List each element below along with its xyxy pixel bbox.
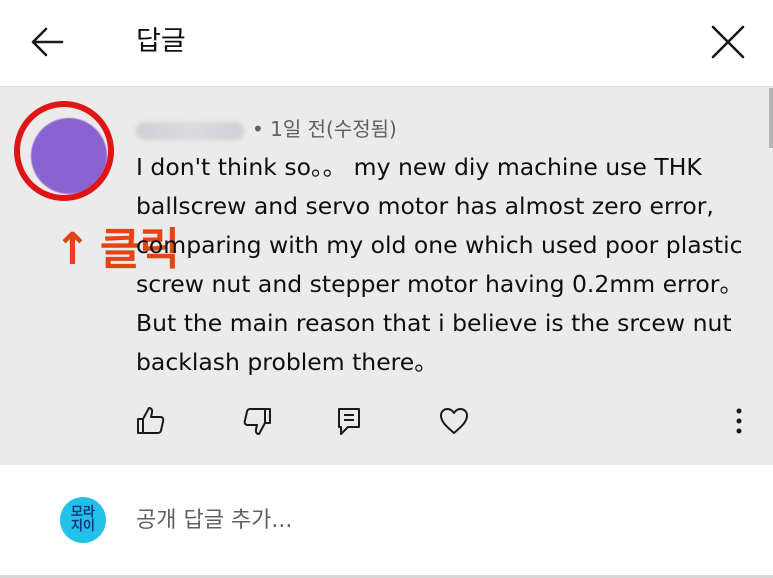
user-avatar-text-1: 모라 <box>71 505 95 520</box>
user-avatar-text-2: 지이 <box>71 519 95 534</box>
comment-meta: • 1일 전(수정됨) <box>136 114 397 144</box>
heart-icon <box>440 408 468 434</box>
reply-button[interactable] <box>332 404 366 438</box>
author-name-blurred[interactable] <box>136 121 244 140</box>
back-button[interactable] <box>28 22 68 62</box>
thumbs-up-icon <box>137 407 165 434</box>
highlight-circle <box>14 101 114 201</box>
user-avatar: 모라 지이 <box>60 497 106 543</box>
reply-input[interactable] <box>136 500 696 540</box>
thumbs-down-icon <box>243 408 271 435</box>
close-button[interactable] <box>708 22 748 62</box>
more-vert-icon <box>736 408 742 434</box>
comment-time: • 1일 전(수정됨) <box>252 117 397 141</box>
more-button[interactable] <box>722 404 756 438</box>
dislike-button[interactable] <box>240 404 274 438</box>
header-bar: 답글 <box>0 0 773 87</box>
close-icon <box>711 25 745 59</box>
comment-text: I don't think so。。 my new diy machine us… <box>136 153 743 376</box>
like-button[interactable] <box>134 404 168 438</box>
scrollbar[interactable] <box>769 88 773 148</box>
heart-button[interactable] <box>437 404 471 438</box>
up-arrow-icon: ↑ <box>54 224 91 275</box>
reply-comment-icon <box>338 408 360 435</box>
page-title: 답글 <box>136 26 186 57</box>
arrow-left-icon <box>31 27 64 57</box>
